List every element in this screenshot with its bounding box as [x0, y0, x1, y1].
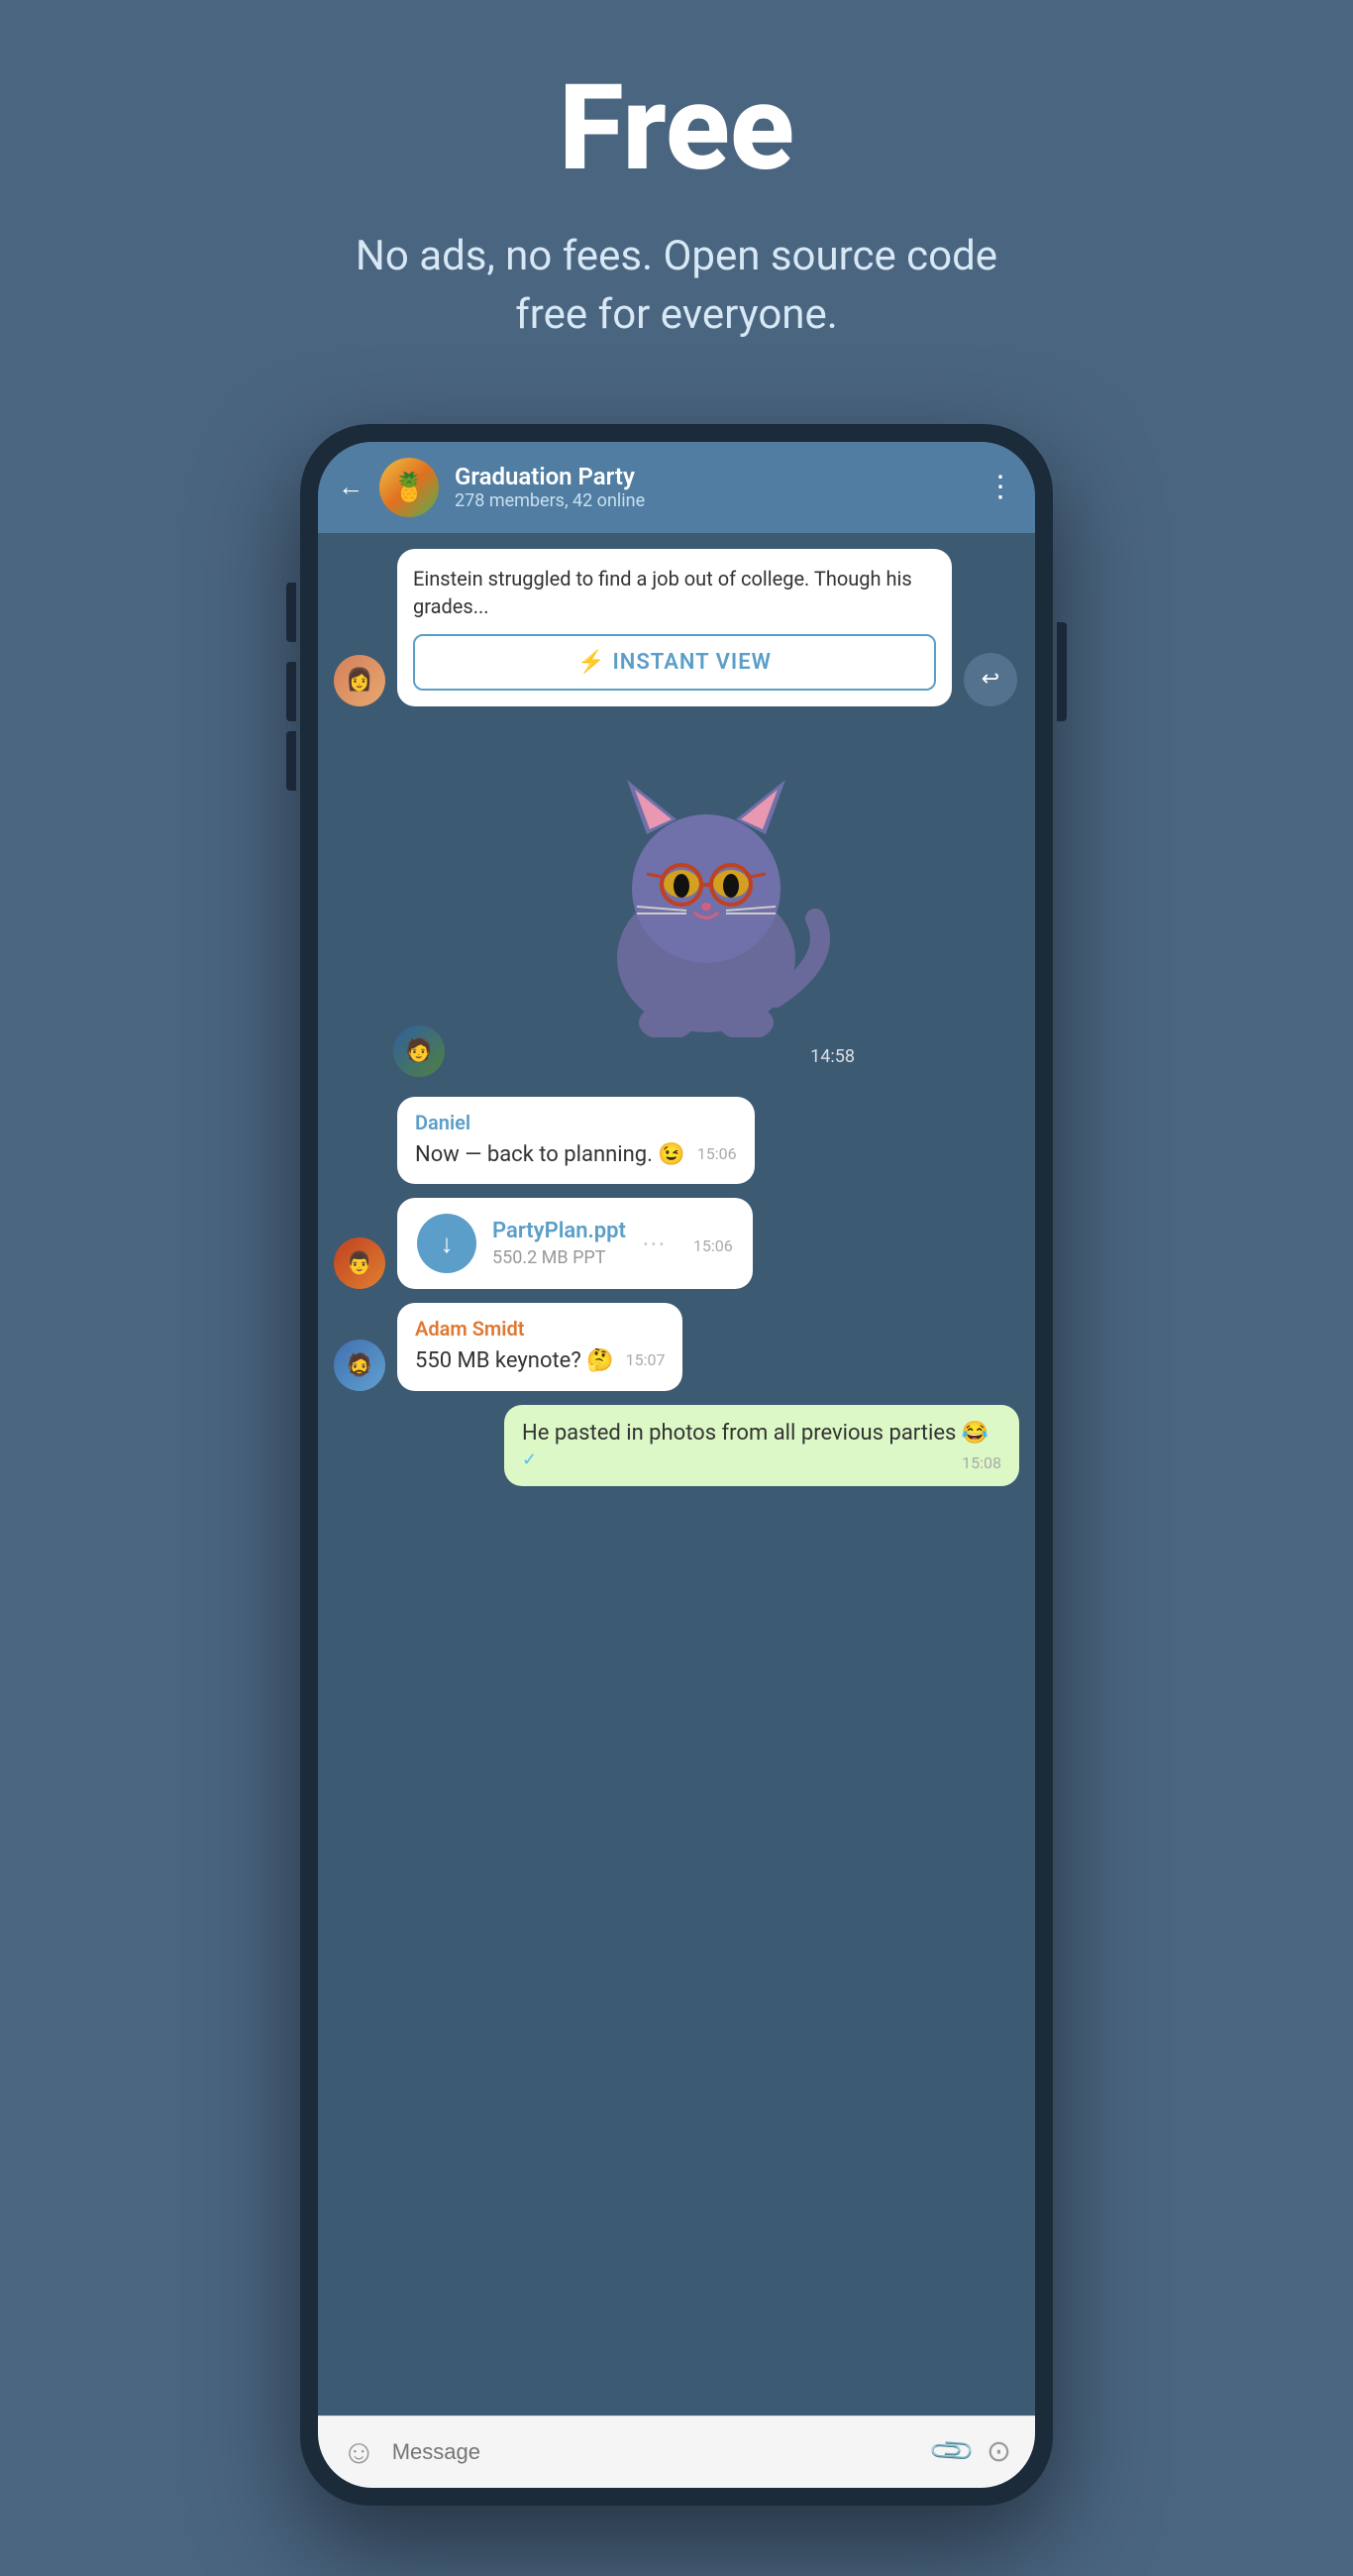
chat-header: ← 🍍 Graduation Party 278 members, 42 onl…	[318, 442, 1035, 533]
sticker-container: A = πr² V = l³ P = 2πr A = πr² s = √(r² …	[538, 740, 875, 1077]
link-text: Einstein struggled to find a job out of …	[413, 565, 936, 620]
avatar: 👨	[334, 1237, 385, 1289]
message-timestamp: 15:07	[626, 1350, 666, 1369]
group-members: 278 members, 42 online	[455, 490, 970, 511]
attach-button[interactable]: 📎	[927, 2426, 978, 2477]
message-timestamp: 15:08	[962, 1453, 1001, 1472]
link-bubble: Einstein struggled to find a job out of …	[397, 549, 952, 706]
phone-shell: ← 🍍 Graduation Party 278 members, 42 onl…	[300, 424, 1053, 2506]
share-button[interactable]: ↩	[964, 653, 1017, 706]
table-row: He pasted in photos from all previous pa…	[334, 1405, 1019, 1486]
table-row: 👨 ↓ PartyPlan.ppt 550.2 MB PPT ⋯ 15:06	[334, 1198, 1019, 1289]
file-menu-button[interactable]: ⋯	[642, 1230, 666, 1257]
group-avatar: 🍍	[379, 458, 439, 517]
avatar: 👩	[334, 655, 385, 706]
sticker-area: A = πr² V = l³ P = 2πr A = πr² s = √(r² …	[393, 720, 1019, 1097]
camera-button[interactable]: ⊙	[987, 2434, 1011, 2469]
message-text: 550 MB keynote? 🤔	[415, 1348, 614, 1373]
input-bar: ☺ 📎 ⊙	[318, 2415, 1035, 2488]
chat-info: Graduation Party 278 members, 42 online	[455, 463, 970, 511]
list-item: Einstein struggled to find a job out of …	[397, 549, 952, 706]
phone-inner: ← 🍍 Graduation Party 278 members, 42 onl…	[318, 442, 1035, 2488]
own-message-bubble: He pasted in photos from all previous pa…	[504, 1405, 1019, 1486]
message-text: Now — back to planning. 😉	[415, 1142, 685, 1167]
avatar: 🧔	[334, 1340, 385, 1391]
message-input[interactable]	[392, 2439, 918, 2465]
emoji-button[interactable]: ☺	[342, 2432, 376, 2472]
group-name: Graduation Party	[455, 463, 970, 490]
message-timestamp: 15:06	[697, 1144, 737, 1163]
avatar: 🧑	[393, 1025, 445, 1077]
file-name: PartyPlan.ppt	[492, 1219, 626, 1243]
chat-body: 👩 Einstein struggled to find a job out o…	[318, 533, 1035, 2415]
download-button[interactable]: ↓	[417, 1214, 476, 1273]
table-row: 👩 Einstein struggled to find a job out o…	[334, 549, 1019, 706]
instant-view-label: INSTANT VIEW	[612, 650, 772, 675]
download-icon: ↓	[441, 1229, 454, 1259]
file-size: 550.2 MB PPT	[492, 1247, 626, 1268]
chat-menu-button[interactable]: ⋮	[986, 470, 1015, 504]
table-row: 🧔 Adam Smidt 550 MB keynote? 🤔 15:07	[334, 1303, 1019, 1391]
sender-name: Daniel	[415, 1111, 737, 1134]
file-info: PartyPlan.ppt 550.2 MB PPT	[492, 1219, 626, 1268]
cat-sticker	[577, 760, 835, 1037]
file-bubble: ↓ PartyPlan.ppt 550.2 MB PPT ⋯ 15:06	[397, 1198, 753, 1289]
phone-wrapper: ← 🍍 Graduation Party 278 members, 42 onl…	[300, 424, 1053, 2506]
share-icon: ↩	[982, 667, 999, 692]
read-checkmark: ✓	[522, 1449, 537, 1470]
message-text: He pasted in photos from all previous pa…	[522, 1421, 989, 1446]
table-row: Daniel Now — back to planning. 😉 15:06	[334, 1097, 1019, 1185]
message-bubble: Daniel Now — back to planning. 😉 15:06	[397, 1097, 755, 1185]
lightning-icon: ⚡	[577, 650, 604, 675]
instant-view-button[interactable]: ⚡ INSTANT VIEW	[413, 634, 936, 691]
back-button[interactable]: ←	[338, 472, 364, 502]
sticker-timestamp: 14:58	[810, 1046, 855, 1067]
sender-name: Adam Smidt	[415, 1317, 665, 1341]
hero-subtitle: No ads, no fees. Open source code free f…	[330, 228, 1023, 345]
file-timestamp: 15:06	[693, 1236, 733, 1255]
message-bubble: Adam Smidt 550 MB keynote? 🤔 15:07	[397, 1303, 682, 1391]
hero-title: Free	[559, 59, 794, 198]
